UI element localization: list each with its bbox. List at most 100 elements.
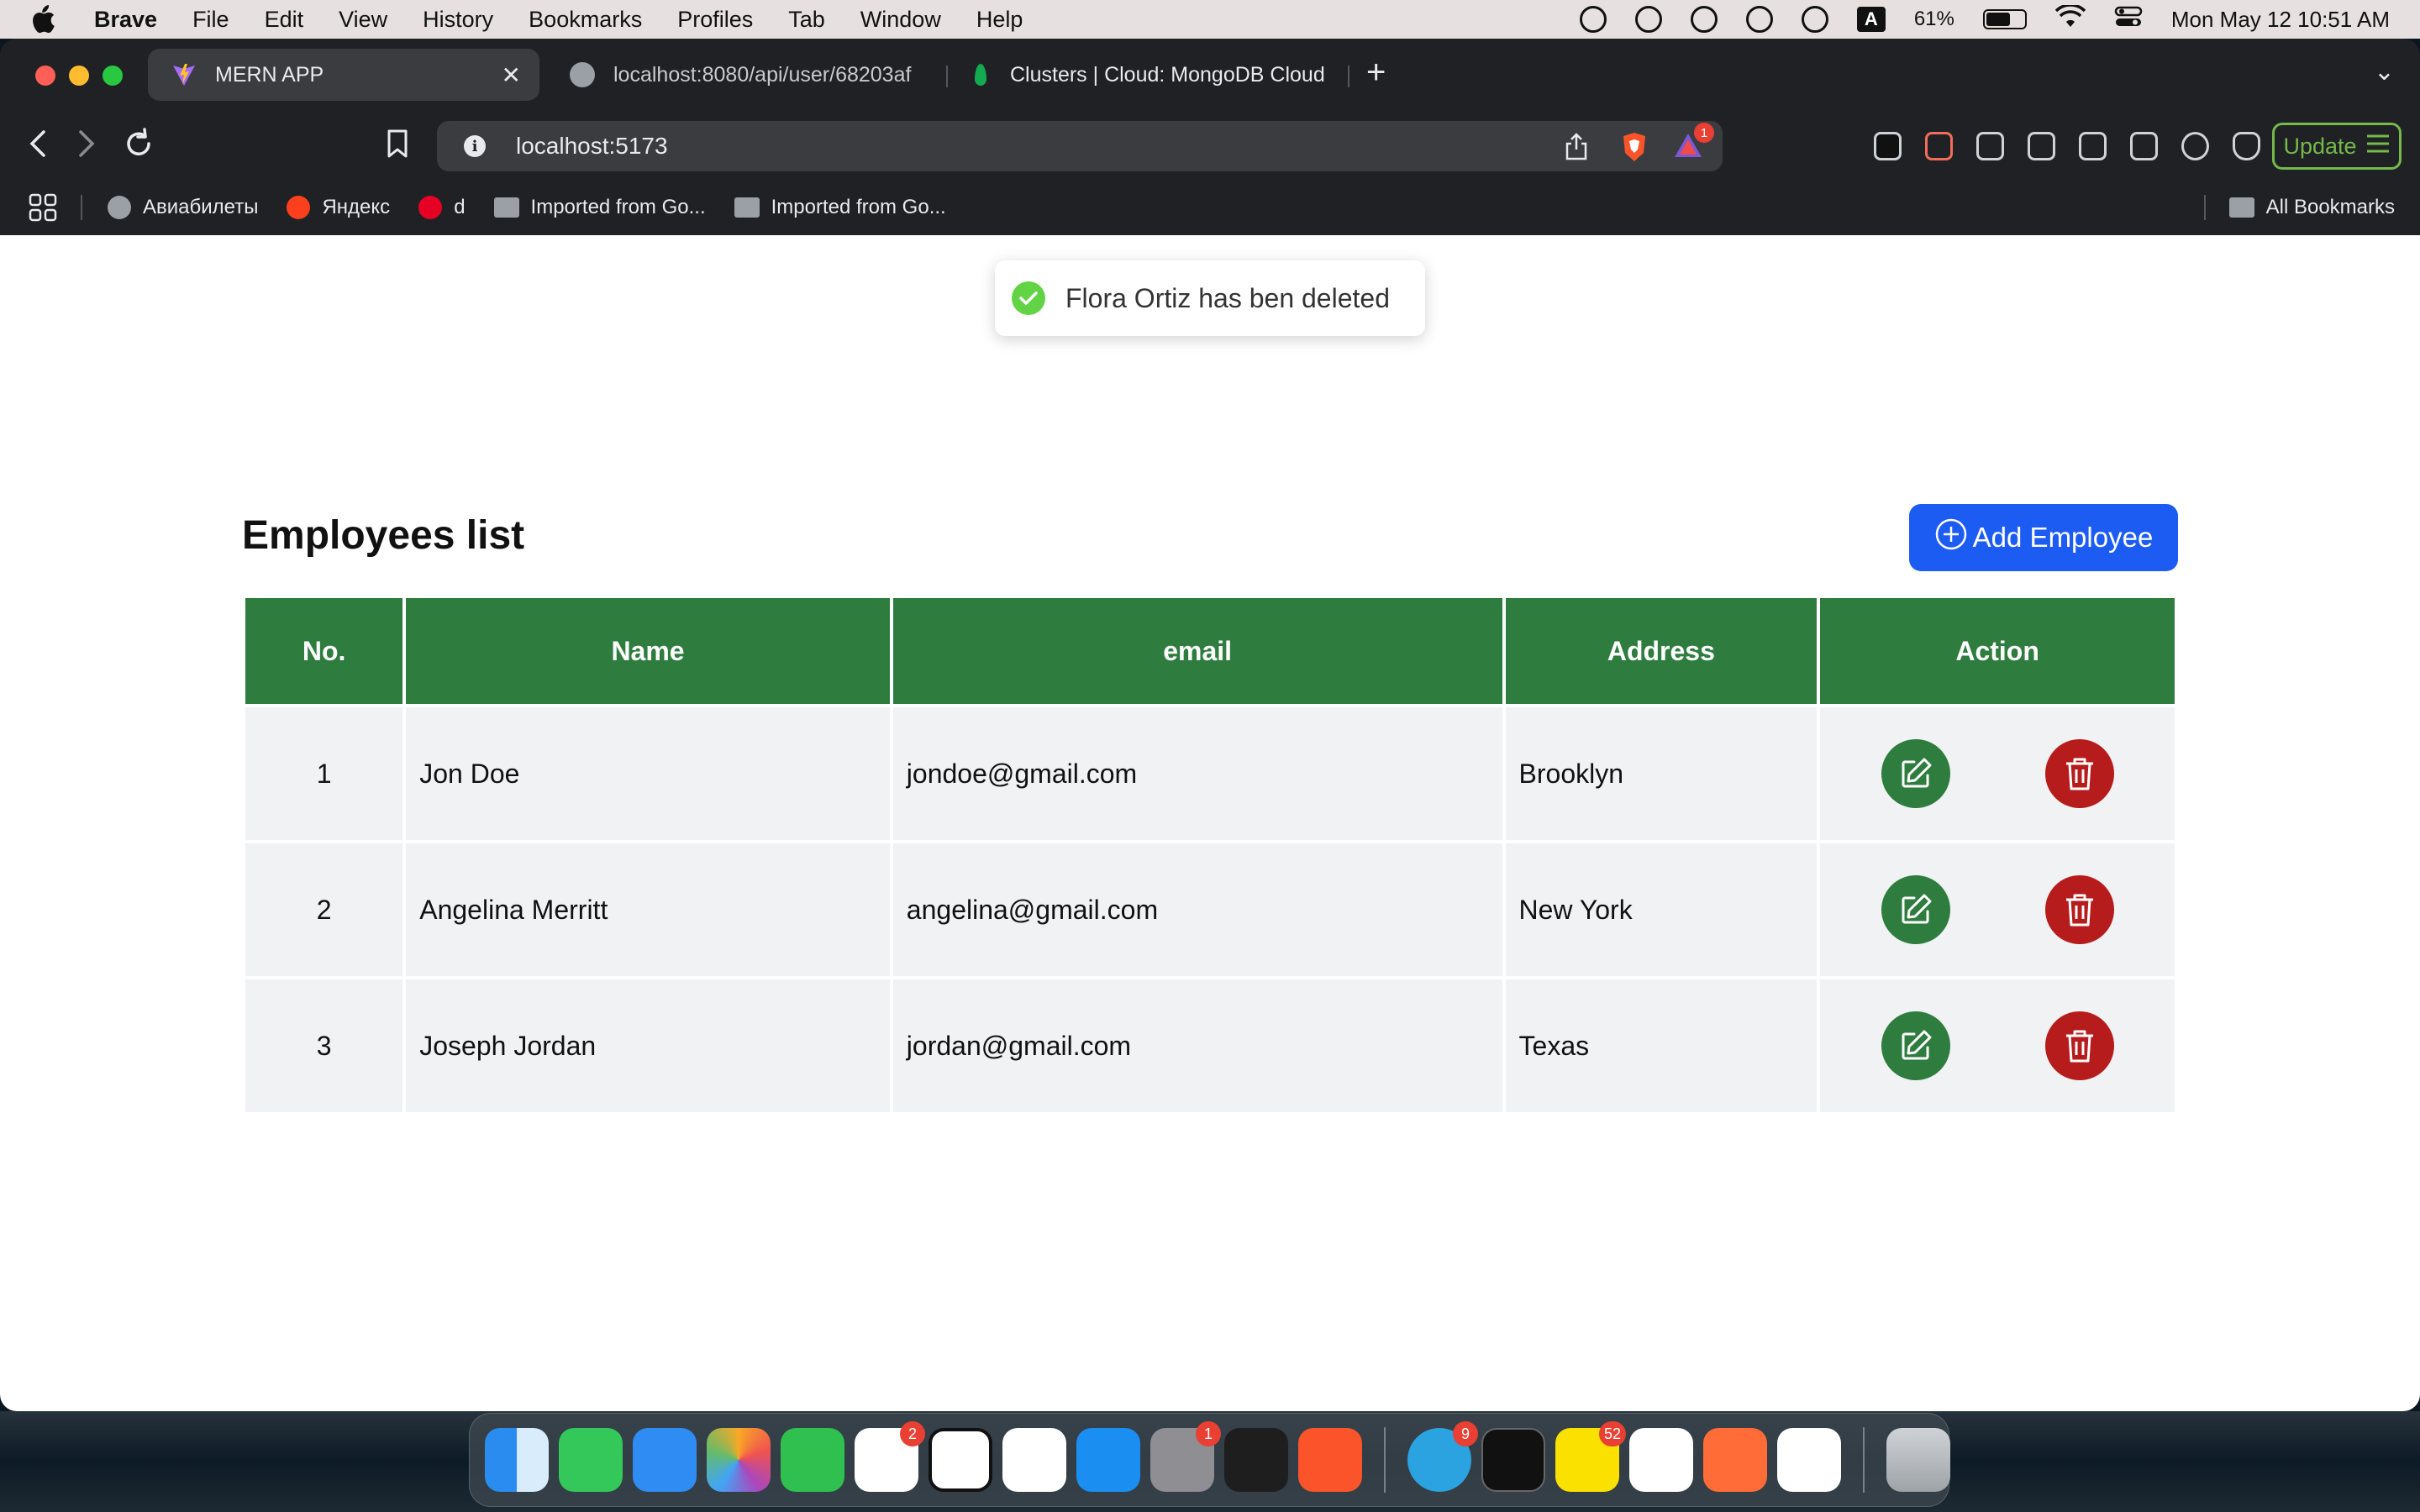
bug-extension-icon[interactable] [1925,132,1953,160]
bookmark-label: Яндекс [322,196,391,218]
bookmark-folder-imported-2[interactable]: Imported from Go... [734,196,946,219]
pinterest-icon [418,196,443,219]
tab-mongodb-cloud[interactable]: Clusters | Cloud: MongoDB Cloud [951,49,1353,101]
brave-browser-icon[interactable] [1298,1428,1362,1492]
menu-edit[interactable]: Edit [265,7,304,33]
chat-notification-icon[interactable] [1634,6,1662,33]
facetime-icon[interactable] [781,1428,844,1492]
site-info-icon[interactable]: i [464,135,486,157]
minimize-window-button[interactable] [69,66,89,86]
delete-button[interactable] [2044,1011,2114,1080]
mail-icon[interactable] [633,1428,697,1492]
address-bar[interactable]: i localhost:5173 1 [437,121,1723,171]
delete-button[interactable] [2044,875,2114,944]
chevron-down-icon[interactable]: ⌄ [2374,57,2395,87]
apps-grid-icon[interactable] [29,193,57,222]
delete-button[interactable] [2044,739,2114,808]
close-window-button[interactable] [35,66,55,86]
kakaotalk-icon[interactable]: 52 [1555,1421,1626,1492]
bookmark-aviabilety[interactable]: Авиабилеты [108,196,258,219]
brave-shields-icon[interactable] [1620,131,1649,167]
user-account-icon[interactable] [1801,6,1828,33]
table-header-row: No. Name email Address Action [245,598,2175,704]
tab-api-user[interactable]: localhost:8080/api/user/68203af [546,49,941,101]
mongodb-compass-icon[interactable] [1777,1428,1841,1492]
tab-mern-app[interactable]: MERN APP ✕ [148,49,539,101]
menu-help[interactable]: Help [976,7,1023,33]
column-header-action: Action [1820,598,2175,704]
menu-bookmarks[interactable]: Bookmarks [529,7,642,33]
reminders-icon[interactable]: 2 [855,1421,925,1492]
cell-no: 2 [245,843,403,976]
bookmark-folder-imported-1[interactable]: Imported from Go... [493,196,706,219]
apple-icon[interactable] [30,5,55,34]
brave-rewards-icon[interactable]: 1 [1672,123,1714,164]
postman-icon[interactable] [1703,1428,1767,1492]
menu-file[interactable]: File [192,7,229,33]
edit-button[interactable] [1881,875,1950,944]
freeform-icon[interactable] [1002,1428,1066,1492]
input-source-icon[interactable]: A [1856,7,1886,32]
cell-address: Brooklyn [1505,707,1818,840]
tab-divider [946,66,948,87]
messages-icon[interactable] [559,1428,623,1492]
page-content: Flora Ortiz has ben deleted Employees li… [0,235,2420,1411]
plus-circle-icon [1934,517,1968,558]
figma-icon[interactable] [1224,1428,1288,1492]
bookmark-pinterest[interactable]: d [418,196,466,219]
update-button[interactable]: Update [2272,123,2402,170]
dock-divider [1384,1427,1386,1493]
cell-email: jondoe@gmail.com [892,707,1502,840]
all-bookmarks[interactable]: All Bookmarks [2203,195,2395,220]
color-picker-icon[interactable] [1874,132,1902,160]
menu-window[interactable]: Window [860,7,941,33]
sidebar-icon[interactable] [2079,132,2107,160]
menu-history[interactable]: History [423,7,493,33]
cloud-badge-icon[interactable] [1690,6,1718,33]
wifi-icon[interactable] [2054,3,2086,34]
reminders-badge: 2 [900,1421,925,1446]
leo-ai-icon[interactable] [2181,132,2209,160]
notion-icon[interactable] [929,1428,992,1492]
menu-profiles[interactable]: Profiles [677,7,753,33]
control-center-icon[interactable] [2114,5,2143,34]
app-store-icon[interactable] [1076,1428,1140,1492]
update-label: Update [2283,133,2357,159]
wallet-icon[interactable] [2130,132,2158,160]
play-icon[interactable] [1745,6,1773,33]
menu-view[interactable]: View [339,7,387,33]
menu-bar-tray: A 61% Mon May 12 10:51 AM [1579,0,2390,39]
edit-icon [1902,894,1932,924]
reload-button[interactable] [119,124,158,163]
folder-icon [2228,197,2254,218]
bookmarks-divider [81,195,82,220]
edit-button[interactable] [1881,739,1950,808]
edit-button[interactable] [1881,1011,1950,1080]
menu-tab[interactable]: Tab [788,7,825,33]
terminal-icon[interactable] [1481,1428,1545,1492]
vscode-icon[interactable] [1629,1428,1693,1492]
cell-actions [1820,979,2175,1112]
finder-icon[interactable] [485,1428,549,1492]
close-tab-icon[interactable]: ✕ [502,61,521,89]
add-employee-button[interactable]: Add Employee [1909,504,2178,571]
back-button[interactable] [18,124,57,163]
trash-icon[interactable] [1886,1428,1950,1492]
bookmark-yandex[interactable]: Яндекс [287,196,390,219]
battery-icon[interactable] [1982,9,2027,29]
zoom-window-button[interactable] [103,66,123,86]
url-text[interactable]: localhost:5173 [516,133,668,160]
photos-icon[interactable] [707,1428,771,1492]
puzzle-icon[interactable] [2028,132,2055,160]
share-icon[interactable] [1565,133,1588,165]
new-tab-button[interactable]: + [1366,54,1386,92]
datetime[interactable]: Mon May 12 10:51 AM [2171,7,2390,33]
cast-icon[interactable] [1976,132,2004,160]
vpn-shield-icon[interactable] [2233,132,2260,160]
telegram-icon[interactable]: 9 [1407,1421,1478,1492]
sync-icon[interactable] [1579,6,1607,33]
menu-app-name[interactable]: Brave [94,7,157,33]
system-settings-icon[interactable]: 1 [1150,1421,1221,1492]
bookmark-icon[interactable] [378,124,417,163]
forward-button[interactable] [67,124,106,163]
